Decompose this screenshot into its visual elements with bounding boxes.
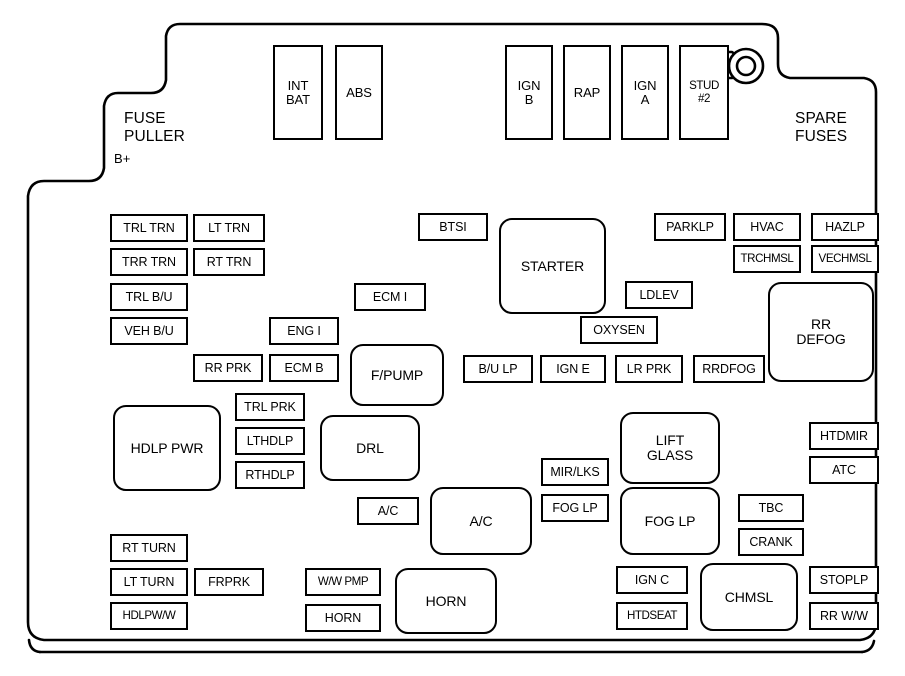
fuse-ecm-i[interactable]: ECM I [354,283,426,311]
fuse-oxysen[interactable]: OXYSEN [580,316,658,344]
fuse-bu-lp[interactable]: B/U LP [463,355,533,383]
cartridge-ign-a[interactable]: IGN A [621,45,669,140]
fuse-mir-lks[interactable]: MIR/LKS [541,458,609,486]
relay-starter[interactable]: STARTER [499,218,606,314]
fuse-ign-c[interactable]: IGN C [616,566,688,594]
fuse-trchmsl[interactable]: TRCHMSL [733,245,801,273]
stud-terminal-ring-outer [727,47,765,85]
fuse-lt-trn[interactable]: LT TRN [193,214,265,242]
fuse-atc[interactable]: ATC [809,456,879,484]
fuse-ww-pmp[interactable]: W/W PMP [305,568,381,596]
fuse-rt-turn[interactable]: RT TURN [110,534,188,562]
b-plus-label: B+ [114,151,131,166]
relay-f-pump[interactable]: F/PUMP [350,344,444,406]
stud-terminal-ring-inner [735,55,757,77]
fuse-ac[interactable]: A/C [357,497,419,525]
fuse-trl-bu[interactable]: TRL B/U [110,283,188,311]
fuse-crank[interactable]: CRANK [738,528,804,556]
fuse-lt-turn[interactable]: LT TURN [110,568,188,596]
fuse-tbc[interactable]: TBC [738,494,804,522]
relay-lift-glass[interactable]: LIFT GLASS [620,412,720,484]
cartridge-abs[interactable]: ABS [335,45,383,140]
fuse-rr-ww[interactable]: RR W/W [809,602,879,630]
fuse-rr-prk[interactable]: RR PRK [193,354,263,382]
cartridge-int-bat[interactable]: INT BAT [273,45,323,140]
fuse-horn[interactable]: HORN [305,604,381,632]
cartridge-rap[interactable]: RAP [563,45,611,140]
fuse-ign-e[interactable]: IGN E [540,355,606,383]
fuse-fog-lp[interactable]: FOG LP [541,494,609,522]
fuse-trl-trn[interactable]: TRL TRN [110,214,188,242]
relay-chmsl[interactable]: CHMSL [700,563,798,631]
fuse-ldlev[interactable]: LDLEV [625,281,693,309]
spare-fuses-label: SPARE FUSES [795,110,848,145]
fuse-hvac[interactable]: HVAC [733,213,801,241]
fuse-eng-i[interactable]: ENG I [269,317,339,345]
fuse-lthdlp[interactable]: LTHDLP [235,427,305,455]
fuse-parklp[interactable]: PARKLP [654,213,726,241]
fuse-trl-prk[interactable]: TRL PRK [235,393,305,421]
fuse-hazlp[interactable]: HAZLP [811,213,879,241]
fuse-rthdlp[interactable]: RTHDLP [235,461,305,489]
fuse-stoplp[interactable]: STOPLP [809,566,879,594]
fuse-ecm-b[interactable]: ECM B [269,354,339,382]
fuse-box-diagram: FUSE PULLER B+ SPARE FUSES INT BAT ABS I… [0,0,905,676]
cartridge-ign-b[interactable]: IGN B [505,45,553,140]
fuse-rt-trn[interactable]: RT TRN [193,248,265,276]
relay-drl[interactable]: DRL [320,415,420,481]
relay-rr-defog[interactable]: RR DEFOG [768,282,874,382]
fuse-vechmsl[interactable]: VECHMSL [811,245,879,273]
fuse-htdmir[interactable]: HTDMIR [809,422,879,450]
relay-hdlp-pwr[interactable]: HDLP PWR [113,405,221,491]
cartridge-stud-2[interactable]: STUD #2 [679,45,729,140]
relay-fog-lp[interactable]: FOG LP [620,487,720,555]
fuse-trr-trn[interactable]: TRR TRN [110,248,188,276]
relay-horn[interactable]: HORN [395,568,497,634]
fuse-veh-bu[interactable]: VEH B/U [110,317,188,345]
housing-bottom-left-lip [27,638,42,654]
housing-bottom-right-lip [860,639,876,654]
fuse-rrdfog[interactable]: RRDFOG [693,355,765,383]
fuse-hdlpww[interactable]: HDLPW/W [110,602,188,630]
fuse-btsi[interactable]: BTSI [418,213,488,241]
fuse-lr-prk[interactable]: LR PRK [615,355,683,383]
fuse-puller-label: FUSE PULLER [124,110,185,145]
relay-ac[interactable]: A/C [430,487,532,555]
fuse-frprk[interactable]: FRPRK [194,568,264,596]
fuse-htdseat[interactable]: HTDSEAT [616,602,688,630]
